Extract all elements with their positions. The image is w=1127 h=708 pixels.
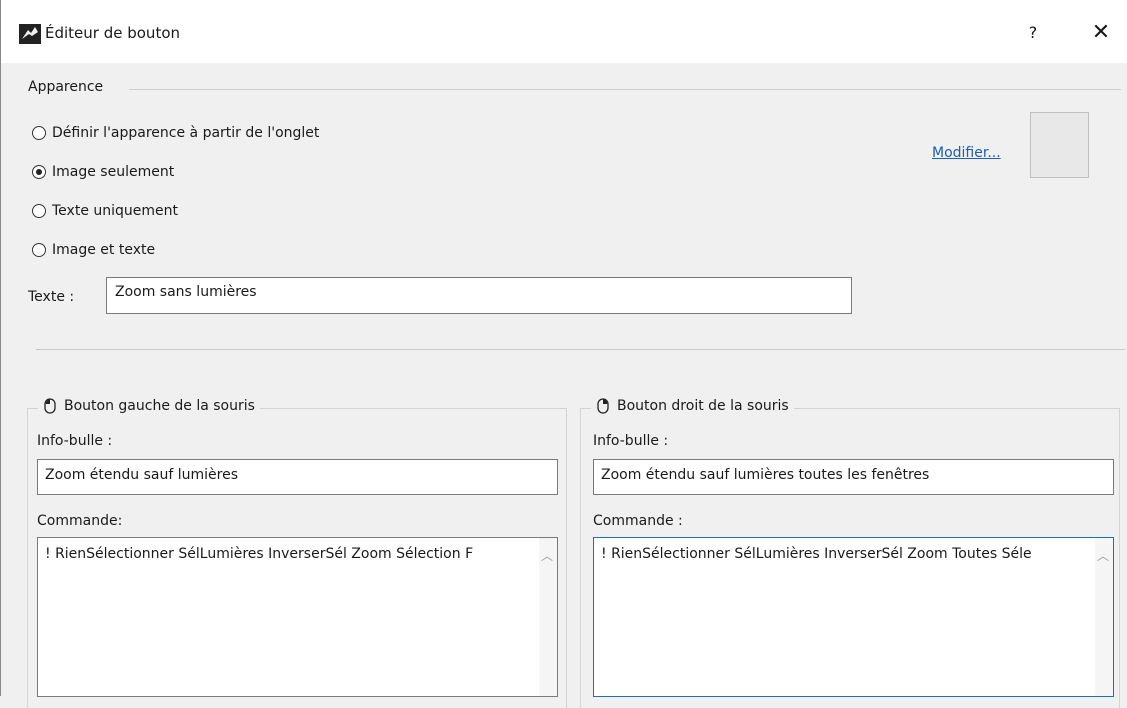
left-command-textarea[interactable]: ! RienSélectionner SélLumières InverserS… bbox=[37, 537, 558, 697]
left-tooltip-input[interactable]: Zoom étendu sauf lumières bbox=[37, 459, 558, 495]
window-title: Éditeur de bouton bbox=[45, 24, 181, 42]
radio-image-and-text[interactable]: Image et texte bbox=[32, 242, 155, 258]
mouse-left-button-icon bbox=[44, 398, 56, 414]
help-button[interactable]: ? bbox=[1013, 16, 1053, 50]
mouse-right-button-icon bbox=[597, 398, 609, 414]
button-editor-dialog: Éditeur de bouton ? ✕ Apparence Définir … bbox=[0, 0, 1127, 708]
button-text-input[interactable]: Zoom sans lumières bbox=[106, 277, 852, 314]
scroll-up-arrow-icon[interactable]: ︿ bbox=[1097, 547, 1109, 564]
radio-appearance-from-tab[interactable]: Définir l'apparence à partir de l'onglet bbox=[32, 125, 319, 141]
rhino-app-icon bbox=[19, 24, 41, 44]
title-bar: Éditeur de bouton ? ✕ bbox=[1, 0, 1127, 63]
left-mouse-group-title: Bouton gauche de la souris bbox=[38, 398, 260, 414]
left-tooltip-label: Info-bulle : bbox=[37, 433, 113, 449]
right-mouse-group-label: Bouton droit de la souris bbox=[617, 398, 789, 414]
radio-label: Image seulement bbox=[52, 164, 175, 180]
left-command-label: Commande: bbox=[37, 513, 123, 529]
radio-label: Définir l'apparence à partir de l'onglet bbox=[52, 125, 320, 141]
section-divider bbox=[36, 349, 1125, 350]
radio-label: Texte uniquement bbox=[52, 203, 178, 219]
radio-text-only[interactable]: Texte uniquement bbox=[32, 203, 178, 219]
right-command-scrollbar[interactable]: ︿ bbox=[1095, 538, 1113, 696]
right-command-label: Commande : bbox=[593, 513, 683, 529]
button-image-preview[interactable] bbox=[1030, 112, 1089, 178]
right-tooltip-label: Info-bulle : bbox=[593, 433, 669, 449]
left-command-scrollbar[interactable]: ︿ bbox=[539, 538, 557, 696]
left-mouse-group-label: Bouton gauche de la souris bbox=[64, 398, 255, 414]
text-field-label: Texte : bbox=[28, 289, 75, 305]
radio-indicator[interactable] bbox=[32, 126, 46, 140]
close-button[interactable]: ✕ bbox=[1081, 16, 1121, 50]
right-command-textarea[interactable]: ! RienSélectionner SélLumières InverserS… bbox=[593, 537, 1114, 697]
radio-image-only[interactable]: Image seulement bbox=[32, 164, 174, 180]
appearance-section-label: Apparence bbox=[28, 79, 104, 95]
radio-label: Image et texte bbox=[52, 242, 156, 258]
scroll-up-arrow-icon[interactable]: ︿ bbox=[541, 547, 553, 564]
right-tooltip-input[interactable]: Zoom étendu sauf lumières toutes les fen… bbox=[593, 459, 1114, 495]
radio-indicator[interactable] bbox=[32, 204, 46, 218]
appearance-section-divider bbox=[129, 89, 1121, 90]
right-mouse-group-title: Bouton droit de la souris bbox=[591, 398, 794, 414]
modify-image-link[interactable]: Modifier... bbox=[932, 145, 1001, 161]
left-command-text: ! RienSélectionner SélLumières InverserS… bbox=[45, 546, 474, 562]
radio-indicator[interactable] bbox=[32, 165, 46, 179]
right-command-text: ! RienSélectionner SélLumières InverserS… bbox=[601, 546, 1032, 562]
radio-indicator[interactable] bbox=[32, 243, 46, 257]
